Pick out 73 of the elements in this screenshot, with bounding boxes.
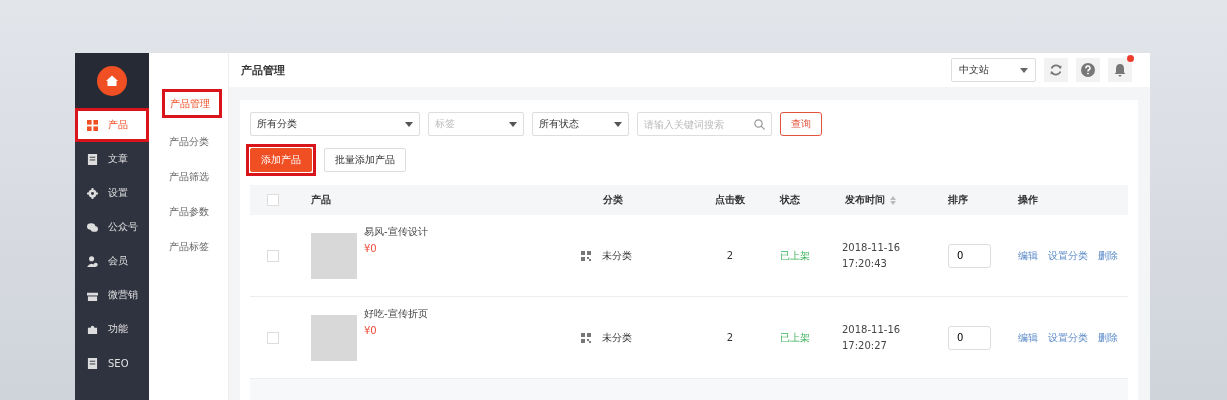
column-header: 分类 (603, 194, 623, 205)
publish-date: 2018-11-16 17:20:27 (842, 323, 901, 351)
document-icon (87, 153, 98, 165)
sidebar-item[interactable]: 功能 (75, 312, 149, 346)
caret-icon (614, 121, 622, 127)
refresh-icon (1049, 63, 1063, 77)
submenu-item[interactable]: 产品参数 (149, 194, 228, 229)
qr-code-icon[interactable] (581, 332, 591, 343)
submenu-item[interactable]: 产品标签 (149, 229, 228, 264)
select-all-checkbox[interactable] (266, 194, 279, 206)
column-header: 状态 (780, 194, 800, 205)
column-header: 点击数 (715, 194, 745, 205)
column-header: 排序 (948, 194, 968, 205)
column-header: 发布时间 (845, 193, 885, 207)
caret-icon (509, 121, 517, 127)
sidebar-item[interactable]: 会员 (75, 244, 149, 278)
click-count: 2 (726, 332, 734, 343)
column-header: 操作 (1018, 194, 1038, 205)
status-text: 已上架 (780, 331, 810, 343)
qr-code-icon[interactable] (581, 250, 591, 261)
page-title: 产品管理 (241, 62, 285, 78)
sidebar-item[interactable]: 公众号 (75, 210, 149, 244)
action-link[interactable]: 编辑 (1018, 248, 1038, 263)
photo-placeholder (311, 314, 357, 361)
action-link[interactable]: 设置分类 (1048, 248, 1088, 263)
row-checkbox[interactable] (266, 331, 279, 344)
caret-icon (405, 121, 413, 127)
grid-icon (87, 119, 98, 131)
category-text: 未分类 (602, 248, 632, 263)
action-link[interactable]: 删除 (1098, 330, 1118, 345)
status-text: 已上架 (780, 249, 810, 261)
action-link[interactable]: 删除 (1098, 248, 1118, 263)
sidebar-item[interactable]: 产品 (75, 108, 149, 142)
notification-button[interactable] (1108, 58, 1132, 82)
submenu-item[interactable]: 产品分类 (149, 124, 228, 159)
row-checkbox[interactable] (266, 249, 279, 262)
sidebar-item[interactable]: 微营销 (75, 278, 149, 312)
product-price: ¥0 (364, 242, 378, 254)
submenu-item[interactable]: 产品筛选 (149, 159, 228, 194)
query-button[interactable]: 查询 (780, 112, 822, 136)
search-field[interactable]: 请输入关键词搜索 (637, 112, 772, 136)
sidebar-item[interactable]: 设置 (75, 176, 149, 210)
user-icon (87, 255, 98, 267)
product-name[interactable]: 易风-宣传设计 (364, 224, 428, 239)
action-link[interactable]: 编辑 (1018, 330, 1038, 345)
photo-placeholder (311, 232, 357, 279)
home-icon[interactable] (97, 65, 127, 96)
refresh-button[interactable] (1044, 58, 1068, 82)
document-icon (87, 357, 98, 369)
action-button[interactable]: 添加产品 (250, 148, 312, 172)
help-icon (1081, 63, 1095, 77)
click-count: 2 (726, 250, 734, 261)
column-header: 产品 (311, 194, 331, 205)
filter-select[interactable]: 所有状态 (532, 112, 629, 136)
bell-icon (1113, 63, 1127, 77)
sidebar-item[interactable]: 文章 (75, 142, 149, 176)
product-name[interactable]: 好吃-宣传折页 (364, 306, 428, 321)
site-select[interactable]: 中文站 (951, 58, 1036, 82)
order-input[interactable]: 0 (948, 325, 991, 350)
help-button[interactable] (1076, 58, 1100, 82)
product-price: ¥0 (364, 324, 378, 336)
gear-icon (87, 187, 98, 199)
sidebar-item[interactable]: SEO (75, 346, 149, 380)
order-input[interactable]: 0 (948, 243, 991, 268)
caret-icon (1020, 67, 1028, 73)
category-text: 未分类 (602, 330, 632, 345)
publish-date: 2018-11-16 17:20:43 (842, 241, 901, 269)
filter-select[interactable]: 所有分类 (250, 112, 420, 136)
chat-icon (87, 221, 98, 233)
action-link[interactable]: 设置分类 (1048, 330, 1088, 345)
submenu-item[interactable]: 产品管理 (162, 89, 222, 118)
search-icon (754, 119, 765, 130)
action-button[interactable]: 批量添加产品 (324, 148, 406, 172)
